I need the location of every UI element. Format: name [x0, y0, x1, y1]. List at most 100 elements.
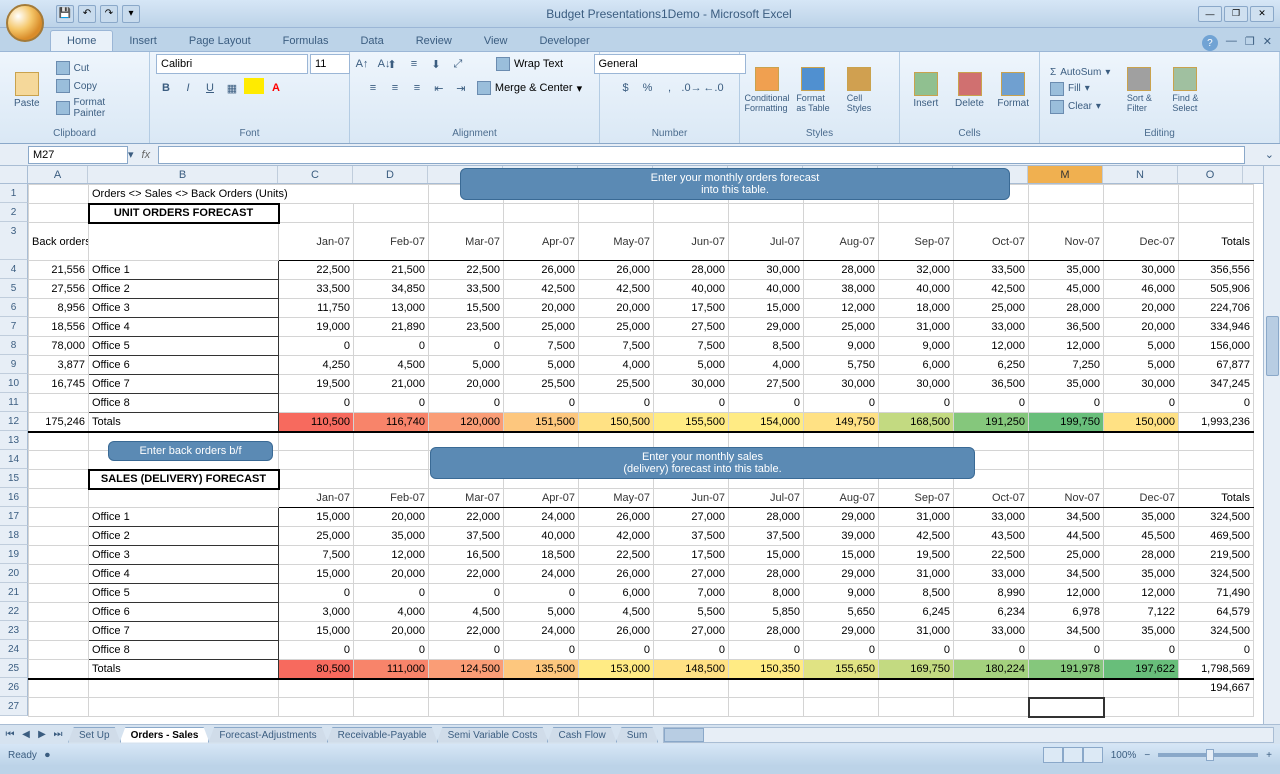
- cell[interactable]: 38,000: [804, 280, 879, 299]
- cell[interactable]: [429, 698, 504, 717]
- cell[interactable]: [1179, 698, 1254, 717]
- tab-nav-first-icon[interactable]: ⏮: [2, 727, 18, 743]
- cell[interactable]: 40,000: [654, 280, 729, 299]
- cell[interactable]: 324,500: [1179, 508, 1254, 527]
- cell[interactable]: 36,500: [954, 375, 1029, 394]
- cell[interactable]: 29,000: [804, 622, 879, 641]
- column-header-M[interactable]: M: [1028, 166, 1103, 183]
- cell[interactable]: 24,000: [504, 508, 579, 527]
- sheet-tab-receivable-payable[interactable]: Receivable-Payable: [327, 727, 438, 743]
- cell[interactable]: 5,650: [804, 603, 879, 622]
- cell[interactable]: 39,000: [804, 527, 879, 546]
- cell[interactable]: 149,750: [804, 413, 879, 432]
- cell[interactable]: 191,250: [954, 413, 1029, 432]
- row-header-3[interactable]: 3: [0, 222, 28, 260]
- decrease-indent-icon[interactable]: ⇤: [429, 78, 449, 98]
- currency-icon[interactable]: $: [616, 78, 636, 98]
- cell[interactable]: 0: [279, 584, 354, 603]
- cell[interactable]: Nov-07: [1029, 223, 1104, 261]
- cell[interactable]: 34,850: [354, 280, 429, 299]
- cell[interactable]: 12,000: [804, 299, 879, 318]
- cell[interactable]: [89, 223, 279, 261]
- cell[interactable]: 24,000: [504, 622, 579, 641]
- cell[interactable]: May-07: [579, 489, 654, 508]
- row-header-16[interactable]: 16: [0, 488, 28, 507]
- cell[interactable]: [29, 546, 89, 565]
- vertical-scrollbar[interactable]: [1263, 166, 1280, 724]
- cell[interactable]: 0: [429, 394, 504, 413]
- cell[interactable]: Office 7: [89, 622, 279, 641]
- cell[interactable]: 25,000: [804, 318, 879, 337]
- cell[interactable]: 5,000: [429, 356, 504, 375]
- cell[interactable]: 4,000: [354, 603, 429, 622]
- doc-close-icon[interactable]: ✕: [1263, 35, 1272, 51]
- row-header-26[interactable]: 26: [0, 678, 28, 697]
- cell[interactable]: 8,000: [729, 584, 804, 603]
- cell[interactable]: 3,000: [279, 603, 354, 622]
- cell[interactable]: 8,990: [954, 584, 1029, 603]
- cell[interactable]: Office 5: [89, 337, 279, 356]
- doc-restore-icon[interactable]: ❐: [1245, 35, 1255, 51]
- row-header-20[interactable]: 20: [0, 564, 28, 583]
- sort-filter-button[interactable]: Sort & Filter: [1118, 67, 1160, 113]
- cell[interactable]: 7,500: [279, 546, 354, 565]
- cell[interactable]: Office 1: [89, 261, 279, 280]
- cell[interactable]: 34,500: [1029, 565, 1104, 584]
- cell[interactable]: 5,000: [504, 356, 579, 375]
- tab-home[interactable]: Home: [50, 30, 113, 51]
- cell[interactable]: 199,750: [1029, 413, 1104, 432]
- cell[interactable]: 0: [354, 641, 429, 660]
- cell[interactable]: 19,500: [279, 375, 354, 394]
- cell[interactable]: [1104, 432, 1179, 451]
- cell[interactable]: 15,000: [729, 546, 804, 565]
- cell[interactable]: Mar-07: [429, 489, 504, 508]
- cell[interactable]: 64,579: [1179, 603, 1254, 622]
- cell[interactable]: 28,000: [1029, 299, 1104, 318]
- cell[interactable]: 8,500: [729, 337, 804, 356]
- cell[interactable]: [354, 679, 429, 698]
- cell[interactable]: 6,000: [579, 584, 654, 603]
- cell[interactable]: [354, 470, 429, 489]
- cell[interactable]: 12,000: [954, 337, 1029, 356]
- cell[interactable]: 36,500: [1029, 318, 1104, 337]
- expand-formula-bar-icon[interactable]: ⌄: [1265, 148, 1280, 161]
- cell[interactable]: 0: [654, 641, 729, 660]
- cell[interactable]: [1029, 204, 1104, 223]
- sheet-tab-semi-variable-costs[interactable]: Semi Variable Costs: [437, 727, 549, 743]
- cell[interactable]: 4,000: [579, 356, 654, 375]
- row-header-13[interactable]: 13: [0, 431, 28, 450]
- cell[interactable]: 9,000: [804, 337, 879, 356]
- cell[interactable]: [29, 204, 89, 223]
- zoom-out-icon[interactable]: −: [1144, 750, 1150, 761]
- cell[interactable]: Dec-07: [1104, 223, 1179, 261]
- cell[interactable]: 0: [279, 641, 354, 660]
- cell[interactable]: 15,000: [279, 508, 354, 527]
- macro-record-icon[interactable]: ⏺: [45, 750, 50, 761]
- close-button[interactable]: ✕: [1250, 6, 1274, 22]
- row-header-18[interactable]: 18: [0, 526, 28, 545]
- cell[interactable]: [429, 679, 504, 698]
- number-format-select[interactable]: [594, 54, 746, 74]
- sheet-tab-set-up[interactable]: Set Up: [68, 727, 121, 743]
- cell[interactable]: Totals: [1179, 223, 1254, 261]
- name-box[interactable]: M27: [28, 146, 128, 164]
- italic-button[interactable]: I: [178, 78, 198, 98]
- maximize-button[interactable]: ❐: [1224, 6, 1248, 22]
- cell[interactable]: 28,000: [1104, 546, 1179, 565]
- cell[interactable]: 0: [879, 641, 954, 660]
- cell[interactable]: 5,000: [654, 356, 729, 375]
- sheet-tab-cash-flow[interactable]: Cash Flow: [547, 727, 616, 743]
- cell[interactable]: [354, 204, 429, 223]
- cell[interactable]: 347,245: [1179, 375, 1254, 394]
- cell[interactable]: 0: [729, 394, 804, 413]
- font-color-button[interactable]: A: [266, 78, 286, 98]
- paste-button[interactable]: Paste: [6, 72, 48, 109]
- cell[interactable]: [954, 679, 1029, 698]
- cell[interactable]: 33,500: [279, 280, 354, 299]
- cell[interactable]: 9,000: [879, 337, 954, 356]
- cell[interactable]: 6,245: [879, 603, 954, 622]
- cell[interactable]: 40,000: [879, 280, 954, 299]
- cell[interactable]: 224,706: [1179, 299, 1254, 318]
- cell[interactable]: [1104, 679, 1179, 698]
- cell[interactable]: 0: [1104, 641, 1179, 660]
